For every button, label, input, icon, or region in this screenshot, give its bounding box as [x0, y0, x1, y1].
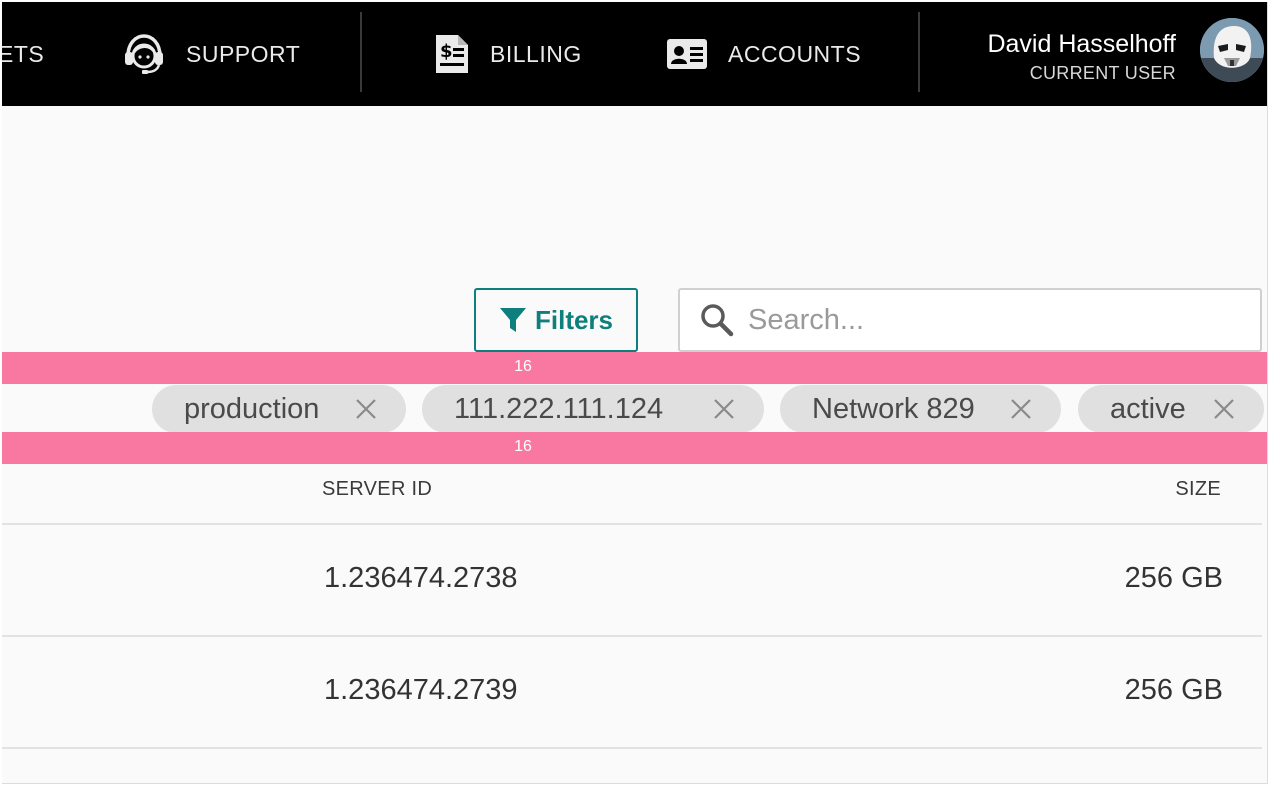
filters-button-label: Filters: [534, 304, 614, 335]
cell-size: 256 GB: [1124, 674, 1223, 706]
search-input[interactable]: [748, 303, 1228, 337]
search-field[interactable]: [678, 288, 1262, 352]
filter-chip-label: Network 829: [812, 392, 975, 425]
column-header-size[interactable]: SIZE: [1175, 478, 1221, 501]
table-divider: [2, 635, 1262, 637]
svg-text:$: $: [440, 41, 453, 62]
table-divider: [2, 523, 1262, 525]
filter-chip-label: production: [184, 392, 320, 425]
nav-item-partial[interactable]: ETS: [2, 2, 44, 106]
filter-chip[interactable]: 111.222.111.124: [422, 385, 764, 433]
nav-divider: [918, 12, 920, 92]
nav-divider: [360, 12, 362, 92]
headset-support-icon: [122, 32, 166, 76]
cell-server-id: 1.236474.2739: [324, 674, 518, 706]
spacing-value: 16: [514, 438, 532, 455]
user-role: CURRENT USER: [1029, 63, 1176, 83]
column-header-server-id[interactable]: SERVER ID: [322, 478, 432, 501]
close-icon[interactable]: [1009, 397, 1033, 421]
nav-item-accounts-label: ACCOUNTS: [728, 40, 862, 67]
top-navigation-bar: ETS SUPPORT $ BILLING ACCOUNTS David Has…: [2, 2, 1267, 106]
avatar[interactable]: [1200, 18, 1264, 82]
close-icon[interactable]: [712, 397, 736, 421]
spacing-marker-bottom: 16: [2, 432, 1267, 464]
invoice-dollar-icon: $: [434, 33, 470, 75]
user-name: David Hasselhoff: [987, 30, 1176, 58]
filter-chip-label: 111.222.111.124: [454, 392, 664, 425]
nav-item-accounts[interactable]: ACCOUNTS: [666, 2, 861, 106]
id-card-icon: [666, 38, 708, 70]
filter-chip[interactable]: production: [152, 385, 406, 433]
close-icon[interactable]: [1212, 397, 1236, 421]
stormtrooper-avatar-icon: [1200, 18, 1264, 82]
funnel-filter-icon: [499, 306, 527, 334]
nav-item-partial-label: ETS: [2, 40, 45, 67]
current-user[interactable]: David Hasselhoff CURRENT USER: [987, 30, 1176, 84]
search-icon: [700, 303, 734, 337]
cell-size: 256 GB: [1124, 562, 1223, 594]
table-divider: [2, 747, 1262, 749]
nav-item-support[interactable]: SUPPORT: [122, 2, 300, 106]
cell-server-id: 1.236474.2738: [324, 562, 518, 594]
filter-chip[interactable]: Network 829: [780, 385, 1061, 433]
filter-chip[interactable]: active: [1078, 385, 1264, 433]
nav-item-billing-label: BILLING: [490, 40, 582, 67]
nav-item-support-label: SUPPORT: [186, 40, 301, 67]
nav-item-billing[interactable]: $ BILLING: [434, 2, 582, 106]
app-frame: ETS SUPPORT $ BILLING ACCOUNTS David Has…: [2, 2, 1268, 784]
spacing-value: 16: [514, 358, 532, 375]
spacing-marker-top: 16: [2, 352, 1267, 384]
filters-button[interactable]: Filters: [474, 288, 638, 352]
close-icon[interactable]: [354, 397, 378, 421]
filter-chip-label: active: [1110, 392, 1186, 425]
